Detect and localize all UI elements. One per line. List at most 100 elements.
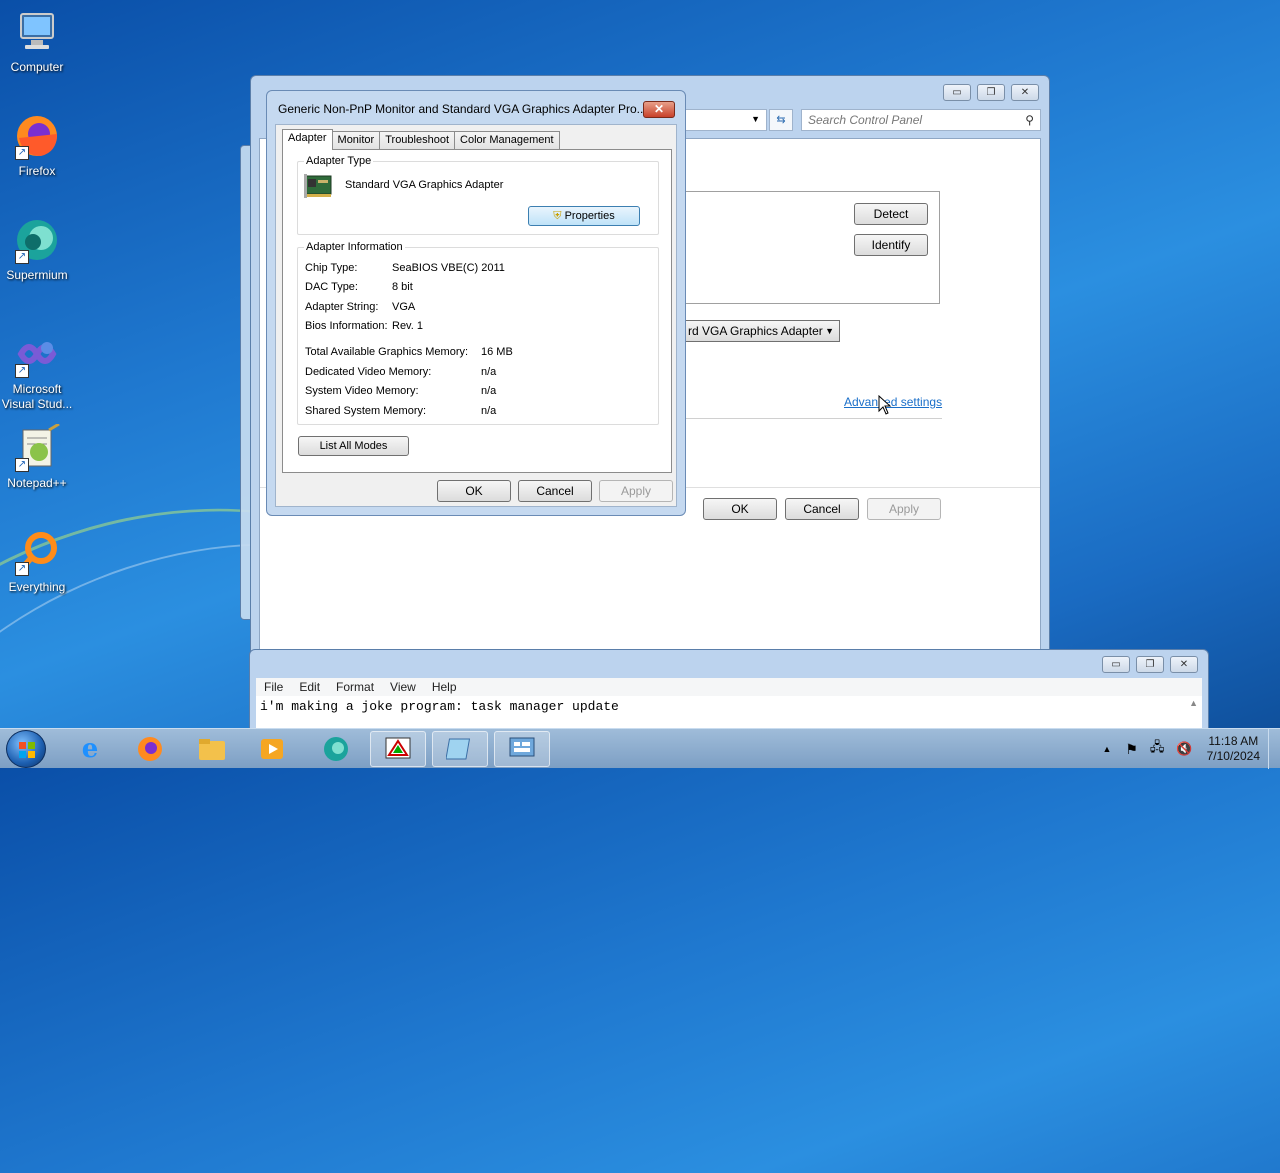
show-desktop-button[interactable] — [1268, 729, 1280, 769]
display-select[interactable]: rd VGA Graphics Adapter ▼ — [680, 320, 840, 342]
cancel-button[interactable]: Cancel — [785, 498, 859, 520]
notepad-menubar: File Edit Format View Help — [256, 678, 1202, 696]
identify-button[interactable]: Identify — [854, 234, 928, 256]
menu-file[interactable]: File — [256, 678, 291, 696]
adapter-type-group: Adapter Type Standard VGA Graphics Adapt… — [297, 155, 659, 235]
menu-view[interactable]: View — [382, 678, 424, 696]
volume-muted-icon[interactable]: 🔇 — [1176, 741, 1192, 757]
menu-edit[interactable]: Edit — [291, 678, 328, 696]
desktop-icon-everything[interactable]: ↗ Everything — [0, 528, 74, 595]
dialog-ok-button[interactable]: OK — [437, 480, 511, 502]
notepadpp-icon: ↗ — [13, 422, 61, 472]
menu-format[interactable]: Format — [328, 678, 382, 696]
ok-button[interactable]: OK — [703, 498, 777, 520]
clock[interactable]: 11:18 AM 7/10/2024 — [1207, 734, 1260, 764]
shortcut-arrow-icon: ↗ — [15, 458, 29, 472]
detect-button[interactable]: Detect — [854, 203, 928, 225]
divider — [680, 418, 942, 419]
minimize-button[interactable]: ▭ — [943, 84, 971, 101]
close-button[interactable]: ✕ — [1170, 656, 1198, 673]
clock-date: 7/10/2024 — [1206, 749, 1260, 763]
tab-color-management[interactable]: Color Management — [454, 131, 560, 149]
info-value: VGA — [392, 301, 416, 313]
desktop-icon-visual-studio[interactable]: ↗ Microsoft Visual Stud... — [0, 330, 74, 412]
search-input[interactable]: Search Control Panel ⚲ — [801, 109, 1041, 131]
chevron-down-icon: ▼ — [825, 326, 834, 336]
show-hidden-icons-icon[interactable]: ▲ — [1102, 744, 1111, 754]
desktop-icon-computer[interactable]: Computer — [0, 8, 74, 75]
advanced-settings-link[interactable]: Advanced settings — [844, 395, 942, 409]
shortcut-arrow-icon: ↗ — [15, 250, 29, 264]
close-button[interactable]: ✕ — [1011, 84, 1039, 101]
computer-icon — [13, 8, 61, 56]
dialog-close-button[interactable]: ✕ — [643, 101, 675, 118]
memory-value: n/a — [481, 405, 497, 417]
info-label: Adapter String: — [305, 301, 379, 313]
taskbar-media-player[interactable] — [244, 731, 300, 767]
taskbar-notepad[interactable] — [432, 731, 488, 767]
list-all-modes-button[interactable]: List All Modes — [298, 436, 409, 456]
taskbar-display-properties[interactable] — [370, 731, 426, 767]
desktop-icon-label: Supermium — [6, 268, 68, 282]
graphics-card-icon — [304, 174, 332, 198]
desktop-icon-label: Firefox — [18, 164, 56, 178]
properties-button[interactable]: ⛨ Properties — [528, 206, 640, 226]
minimize-button[interactable]: ▭ — [1102, 656, 1130, 673]
apply-button[interactable]: Apply — [867, 498, 941, 520]
display-select-value: rd VGA Graphics Adapter — [688, 324, 823, 338]
network-icon[interactable]: 🖧 — [1150, 738, 1165, 760]
adapter-properties-dialog: Generic Non-PnP Monitor and Standard VGA… — [266, 90, 686, 516]
maximize-button[interactable]: ❐ — [1136, 656, 1164, 673]
dialog-apply-button[interactable]: Apply — [599, 480, 673, 502]
info-label: DAC Type: — [305, 281, 358, 293]
tab-troubleshoot[interactable]: Troubleshoot — [379, 131, 456, 149]
adapter-type-heading: Adapter Type — [304, 155, 374, 167]
memory-value: 16 MB — [481, 346, 513, 358]
address-bar[interactable]: ▼ — [681, 109, 767, 131]
desktop-icon-notepadpp[interactable]: ↗ Notepad++ — [0, 422, 74, 491]
everything-search-icon: ↗ — [13, 528, 61, 576]
info-value: SeaBIOS VBE(C) 2011 — [392, 262, 505, 274]
taskbar-supermium[interactable] — [308, 731, 364, 767]
taskbar: e ▲ ⚑ 🖧 🔇 11:18 AM 7/10/2024 — [0, 728, 1280, 769]
scroll-up-icon[interactable]: ▲ — [1189, 698, 1198, 708]
memory-label: Total Available Graphics Memory: — [305, 346, 469, 358]
memory-label: Dedicated Video Memory: — [305, 366, 432, 378]
display-color-icon — [385, 737, 411, 759]
taskbar-explorer[interactable] — [184, 731, 240, 767]
media-player-icon — [261, 739, 283, 759]
dialog-title: Generic Non-PnP Monitor and Standard VGA… — [278, 102, 647, 116]
search-icon[interactable]: ⚲ — [1025, 113, 1034, 127]
start-button[interactable] — [6, 730, 46, 768]
search-placeholder: Search Control Panel — [808, 113, 923, 127]
info-value: 8 bit — [392, 281, 413, 293]
memory-label: Shared System Memory: — [305, 405, 427, 417]
control-panel-icon — [509, 737, 535, 757]
chevron-down-icon[interactable]: ▼ — [751, 114, 760, 124]
mouse-cursor-icon — [878, 395, 892, 415]
menu-help[interactable]: Help — [424, 678, 465, 696]
action-center-flag-icon[interactable]: ⚑ — [1125, 741, 1138, 758]
supermium-icon: ↗ — [13, 216, 61, 264]
desktop-icon-supermium[interactable]: ↗ Supermium — [0, 216, 74, 283]
desktop-icon-label: Computer — [10, 60, 64, 74]
info-label: Bios Information: — [305, 320, 388, 332]
desktop-icon-label: Microsoft Visual Stud... — [1, 382, 73, 411]
shield-icon: ⛨ — [553, 210, 562, 222]
notepad-window: ▭ ❐ ✕ File Edit Format View Help i'm mak… — [249, 649, 1209, 739]
shortcut-arrow-icon: ↗ — [15, 146, 29, 160]
clock-time: 11:18 AM — [1208, 734, 1259, 748]
shortcut-arrow-icon: ↗ — [15, 562, 29, 576]
supermium-icon — [324, 737, 348, 761]
memory-label: System Video Memory: — [305, 385, 419, 397]
tab-monitor[interactable]: Monitor — [331, 131, 381, 149]
taskbar-control-panel[interactable] — [494, 731, 550, 767]
refresh-icon[interactable]: ⇆ — [769, 109, 793, 131]
taskbar-firefox[interactable] — [122, 731, 178, 767]
tab-adapter[interactable]: Adapter — [282, 129, 333, 150]
dialog-cancel-button[interactable]: Cancel — [518, 480, 592, 502]
maximize-button[interactable]: ❐ — [977, 84, 1005, 101]
taskbar-internet-explorer[interactable]: e — [62, 731, 118, 767]
windows-logo-icon — [19, 742, 35, 758]
desktop-icon-firefox[interactable]: ↗ Firefox — [0, 112, 74, 179]
